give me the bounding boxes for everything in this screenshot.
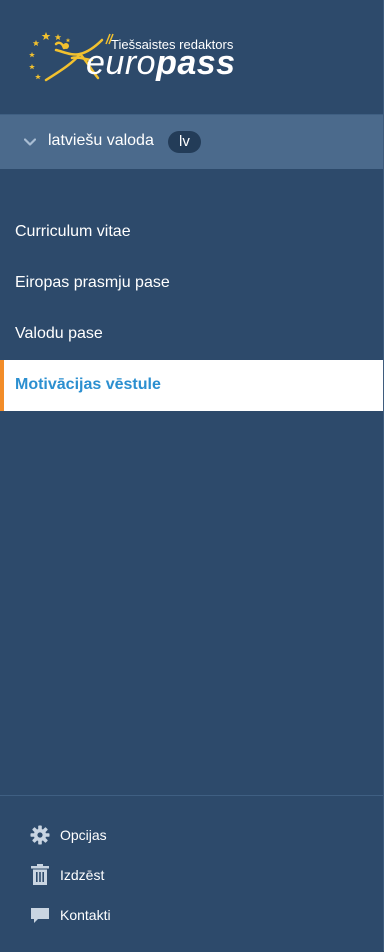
- nav-item-label: Eiropas prasmju pase: [15, 274, 170, 291]
- delete-label: Izdzēst: [60, 867, 105, 883]
- logo-word-bold: pass: [156, 44, 236, 82]
- chevron-down-icon: [24, 138, 36, 146]
- nav-item-label: Curriculum vitae: [15, 223, 131, 240]
- trash-icon: [31, 864, 49, 885]
- contacts-button[interactable]: Kontakti: [30, 904, 230, 928]
- nav-item-curriculum-vitae[interactable]: Curriculum vitae: [0, 207, 383, 258]
- options-label: Opcijas: [60, 827, 107, 843]
- language-code-badge: lv: [168, 131, 201, 153]
- logo-word-light: euro: [86, 44, 157, 82]
- nav-item-language-passport[interactable]: Valodu pase: [0, 309, 383, 360]
- gear-icon: [30, 825, 50, 845]
- delete-button[interactable]: Izdzēst: [30, 864, 230, 888]
- contacts-label: Kontakti: [60, 907, 111, 923]
- nav-item-skills-passport[interactable]: Eiropas prasmju pase: [0, 258, 383, 309]
- language-selector[interactable]: latviešu valoda lv: [0, 115, 383, 169]
- sidebar: Tiešsaistes redaktors europass latviešu …: [0, 0, 384, 951]
- sidebar-footer: Opcijas Izdzēst Kontakti: [0, 795, 383, 952]
- nav-item-label: Valodu pase: [15, 325, 103, 342]
- language-label: latviešu valoda: [48, 132, 154, 149]
- logo-wordmark: europass: [86, 43, 236, 83]
- options-button[interactable]: Opcijas: [30, 824, 230, 848]
- nav-item-cover-letter[interactable]: Motivācijas vēstule: [0, 360, 383, 411]
- logo-area: Tiešsaistes redaktors europass: [0, 0, 383, 115]
- speech-bubble-icon: [31, 908, 49, 923]
- nav-item-label: Motivācijas vēstule: [15, 376, 161, 393]
